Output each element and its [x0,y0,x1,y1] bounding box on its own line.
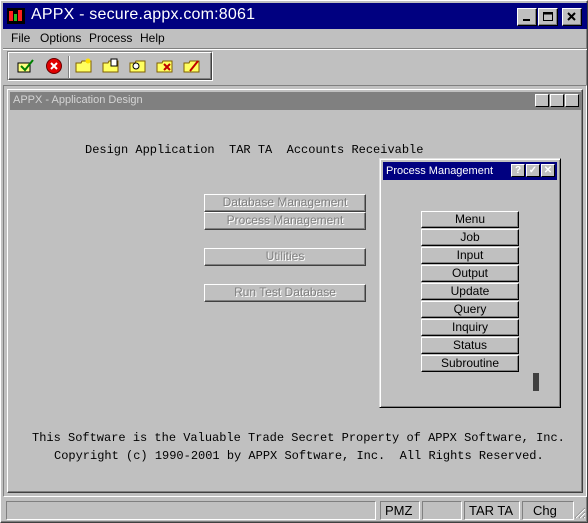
output-button[interactable]: Output [421,265,519,282]
child-ok-button[interactable]: ✓ [550,94,564,107]
menu-file[interactable]: File [11,31,30,45]
status-bar: PMZ TAR TA Chg [3,499,587,522]
minimize-icon [523,19,530,21]
process-management-button[interactable]: Process Management [204,212,366,230]
subroutine-button[interactable]: Subroutine [421,355,519,372]
folder-new-icon[interactable] [73,55,95,77]
child-help-button[interactable]: ? [535,94,549,107]
resize-grip-icon[interactable] [574,507,586,519]
menu-bar: File Options Process Help [3,29,587,47]
check-icon[interactable] [15,55,37,77]
popup-help-button[interactable]: ? [511,164,525,177]
status-message [6,501,376,520]
popup-title: Process Management [386,165,493,177]
close-button[interactable] [562,8,582,26]
title-bar[interactable]: APPX - secure.appx.com:8061 [3,3,587,29]
copyright-notice: Copyright (c) 1990-2001 by APPX Software… [54,449,544,463]
status-pmz: PMZ [380,501,420,520]
child-window-title: APPX - Application Design [13,94,143,106]
folder-delete-icon[interactable] [154,55,176,77]
database-management-button[interactable]: Database Management [204,194,366,212]
toolbar [7,51,213,81]
process-management-dialog: Process Management ? ✓ ✕ Menu Job Input … [379,158,561,408]
status-mode: Chg [522,501,574,520]
scroll-indicator[interactable] [533,373,539,391]
status-blank [422,501,462,520]
menu-process[interactable]: Process [89,31,132,45]
menu-options[interactable]: Options [40,31,81,45]
query-button[interactable]: Query [421,301,519,318]
window-title: APPX - secure.appx.com:8061 [31,6,256,23]
folder-edit-icon[interactable] [181,55,203,77]
close-icon [567,12,576,21]
appx-logo-icon [7,8,25,24]
inquiry-button[interactable]: Inquiry [421,319,519,336]
maximize-button[interactable] [538,8,558,26]
popup-ok-button[interactable]: ✓ [526,164,540,177]
status-button[interactable]: Status [421,337,519,354]
trade-secret-notice: This Software is the Valuable Trade Secr… [32,431,565,445]
update-button[interactable]: Update [421,283,519,300]
design-application-header: Design Application TAR TA Accounts Recei… [85,143,424,157]
utilities-button[interactable]: Utilities [204,248,366,266]
cancel-icon[interactable] [43,55,65,77]
maximize-icon [542,12,553,21]
app-window: APPX - secure.appx.com:8061 File Options… [0,0,588,523]
job-button[interactable]: Job [421,229,519,246]
menu-button[interactable]: Menu [421,211,519,228]
folder-search-icon[interactable] [127,55,149,77]
child-title-bar[interactable]: APPX - Application Design ? ✓ ✕ [10,92,582,110]
input-button[interactable]: Input [421,247,519,264]
popup-title-bar[interactable]: Process Management ? ✓ ✕ [383,162,557,180]
minimize-button[interactable] [517,8,537,26]
folder-open-icon[interactable] [100,55,122,77]
menu-help[interactable]: Help [140,31,165,45]
toolbar-divider [68,56,70,78]
popup-close-button[interactable]: ✕ [541,164,555,177]
toolbar-separator [3,48,587,50]
child-close-button[interactable]: ✕ [565,94,579,107]
run-test-database-button[interactable]: Run Test Database [204,284,366,302]
status-application: TAR TA [464,501,520,520]
